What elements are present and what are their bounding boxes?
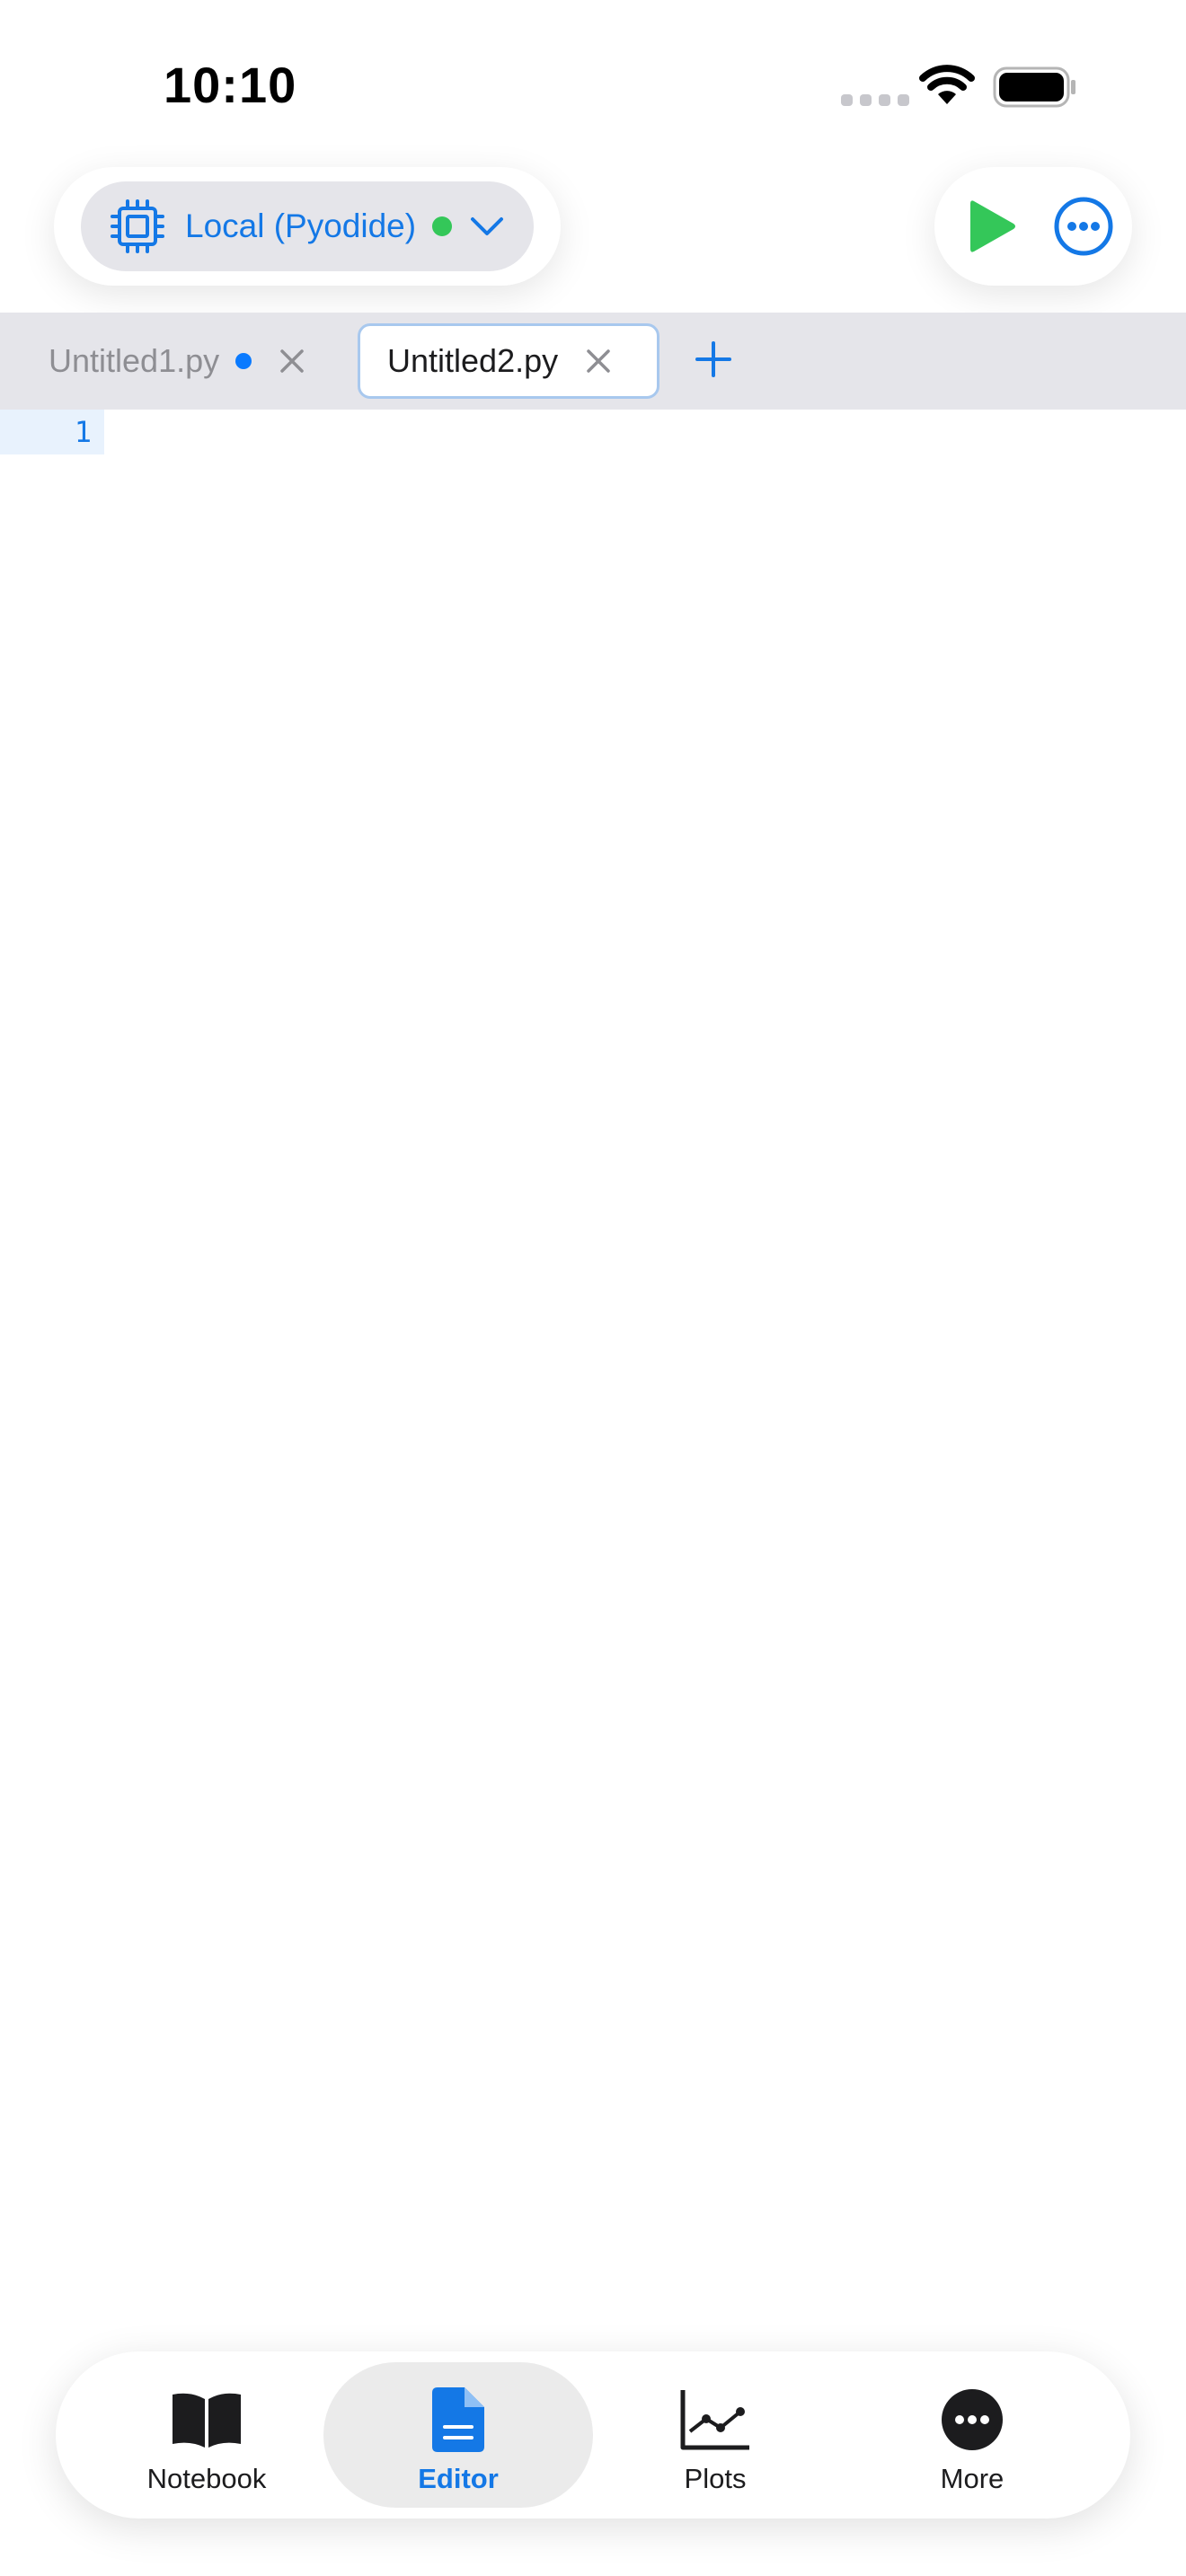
wifi-icon: [919, 65, 975, 104]
nav-label: Plots: [684, 2463, 747, 2494]
document-icon: [432, 2387, 484, 2452]
play-icon[interactable]: [954, 190, 1026, 262]
bottom-tab-bar: Notebook Editor Plots More: [56, 2351, 1130, 2519]
battery-icon: [993, 66, 1075, 108]
runtime-status-indicator: [432, 216, 453, 236]
tab-label: Untitled2.py: [387, 342, 559, 379]
runtime-selector-container: Local (Pyodide): [54, 167, 561, 286]
line-chart-icon: [680, 2390, 749, 2450]
nav-label: More: [940, 2463, 1005, 2494]
cellular-signal-icon: [841, 94, 909, 106]
nav-plots[interactable]: Plots: [580, 2362, 850, 2508]
chevron-down-icon: [471, 217, 504, 235]
editor-actions: [934, 167, 1132, 286]
ellipsis-circle-icon: [942, 2389, 1003, 2450]
runtime-label: Local (Pyodide): [185, 207, 417, 244]
nav-label: Notebook: [146, 2463, 267, 2494]
close-icon[interactable]: [585, 348, 612, 375]
tab-untitled2[interactable]: Untitled2.py: [358, 323, 659, 399]
file-tab-bar: Untitled1.py Untitled2.py: [0, 313, 1186, 410]
tab-label: Untitled1.py: [49, 342, 220, 379]
status-icons: [836, 63, 1078, 113]
status-time: 10:10: [164, 57, 297, 113]
close-icon[interactable]: [279, 348, 305, 375]
tab-untitled1[interactable]: Untitled1.py: [49, 323, 305, 399]
nav-notebook[interactable]: Notebook: [72, 2362, 341, 2508]
editor-screen: 10:10 Local (Pyodide) Untitled1.py Untit…: [0, 0, 1186, 2576]
line-number: 1: [74, 415, 92, 449]
book-icon: [173, 2393, 241, 2448]
cpu-chip-icon: [111, 199, 164, 253]
plus-icon[interactable]: [694, 340, 733, 379]
unsaved-indicator: [235, 353, 252, 369]
nav-label: Editor: [418, 2463, 499, 2494]
runtime-selector[interactable]: Local (Pyodide): [81, 181, 534, 271]
nav-editor[interactable]: Editor: [323, 2362, 593, 2508]
nav-more[interactable]: More: [837, 2362, 1107, 2508]
line-gutter-active: 1: [0, 410, 104, 454]
ellipsis-circle-icon[interactable]: [1048, 190, 1120, 262]
